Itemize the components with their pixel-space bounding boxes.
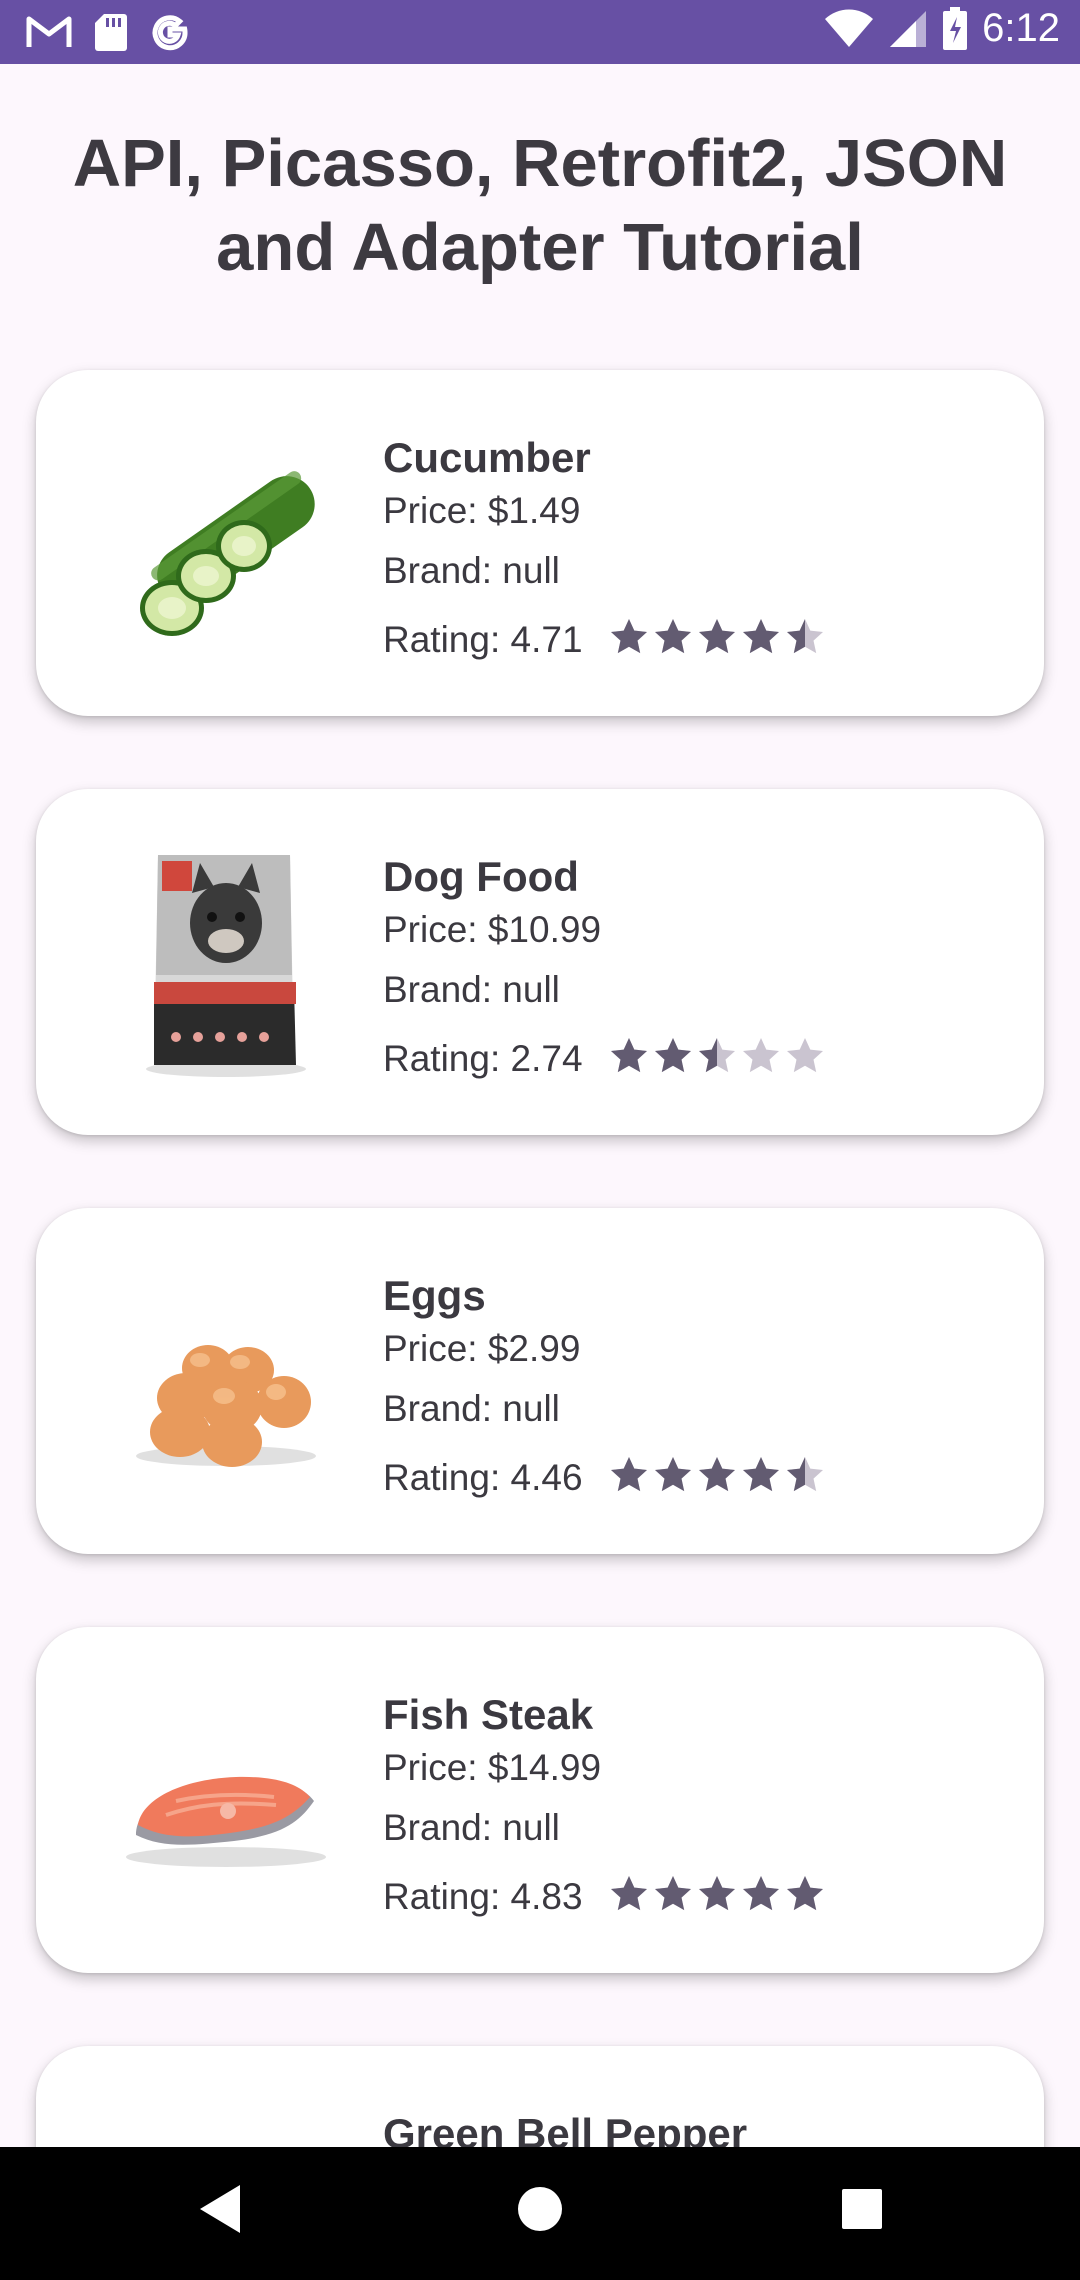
home-icon[interactable] <box>516 2181 564 2242</box>
product-card-green-bell-pepper[interactable]: Green Bell Pepper <box>36 2046 1044 2147</box>
product-name: Dog Food <box>383 853 579 900</box>
product-card-fish-steak[interactable]: Fish Steak Price: $14.99 Brand: null Rat… <box>36 1627 1044 1973</box>
star-filled-icon <box>654 1457 691 1492</box>
star-filled-icon <box>610 1876 647 1911</box>
star-filled-icon <box>610 1038 647 1073</box>
star-filled-icon <box>698 1876 735 1911</box>
star-filled-icon <box>742 1457 779 1492</box>
product-rating: Rating: 4.83 <box>383 1876 583 1917</box>
star-filled-icon <box>654 619 691 654</box>
star-half-icon <box>698 1038 735 1073</box>
product-list[interactable]: API, Picasso, Retrofit2, JSON and Adapte… <box>0 0 1080 2147</box>
rating-bar <box>609 1036 829 1076</box>
rating-bar <box>609 617 829 657</box>
title-line-1: API, Picasso, Retrofit2, JSON <box>72 126 1008 201</box>
product-price: Price: $14.99 <box>383 1747 602 1788</box>
rating-row: Rating: 4.71 <box>383 610 1003 670</box>
product-price: Price: $10.99 <box>383 909 602 950</box>
product-price: Price: $1.49 <box>383 490 581 531</box>
cucumber-image <box>106 418 346 668</box>
rating-row: Rating: 4.46 <box>383 1448 1003 1508</box>
back-icon[interactable] <box>196 2181 244 2242</box>
recents-icon[interactable] <box>838 2181 886 2242</box>
star-filled-icon <box>610 1457 647 1492</box>
rating-bar <box>609 1874 829 1914</box>
rating-row: Rating: 2.74 <box>383 1029 1003 1089</box>
navigation-bar <box>0 2147 1080 2280</box>
product-card-dog-food[interactable]: Dog Food Price: $10.99 Brand: null Ratin… <box>36 789 1044 1135</box>
product-rating: Rating: 4.71 <box>383 619 583 660</box>
star-filled-icon <box>742 1876 779 1911</box>
product-brand: Brand: null <box>383 550 560 591</box>
product-name: Cucumber <box>383 434 591 481</box>
product-card-cucumber[interactable]: Cucumber Price: $1.49 Brand: null Rating… <box>36 370 1044 716</box>
page-title: API, Picasso, Retrofit2, JSON and Adapte… <box>40 122 1040 290</box>
product-brand: Brand: null <box>383 1807 560 1848</box>
star-filled-icon <box>698 1457 735 1492</box>
star-empty-icon <box>742 1038 779 1073</box>
dog-food-image <box>106 837 346 1087</box>
product-name: Fish Steak <box>383 1691 594 1738</box>
rating-bar <box>609 1455 829 1495</box>
star-half-icon <box>786 1457 823 1492</box>
product-brand: Brand: null <box>383 969 560 1010</box>
title-line-2: and Adapter Tutorial <box>216 210 864 285</box>
star-filled-icon <box>786 1876 823 1911</box>
star-empty-icon <box>786 1038 823 1073</box>
product-card-eggs[interactable]: Eggs Price: $2.99 Brand: null Rating: 4.… <box>36 1208 1044 1554</box>
star-filled-icon <box>654 1038 691 1073</box>
star-filled-icon <box>654 1876 691 1911</box>
product-rating: Rating: 4.46 <box>383 1457 583 1498</box>
product-price: Price: $2.99 <box>383 1328 581 1369</box>
star-filled-icon <box>698 619 735 654</box>
fish-steak-image <box>106 1675 346 1925</box>
eggs-image <box>106 1256 346 1506</box>
star-filled-icon <box>742 619 779 654</box>
product-name: Green Bell Pepper <box>383 2110 748 2147</box>
product-brand: Brand: null <box>383 1388 560 1429</box>
star-filled-icon <box>610 619 647 654</box>
star-half-icon <box>786 619 823 654</box>
rating-row: Rating: 4.83 <box>383 1867 1003 1927</box>
product-rating: Rating: 2.74 <box>383 1038 583 1079</box>
product-name: Eggs <box>383 1272 486 1319</box>
